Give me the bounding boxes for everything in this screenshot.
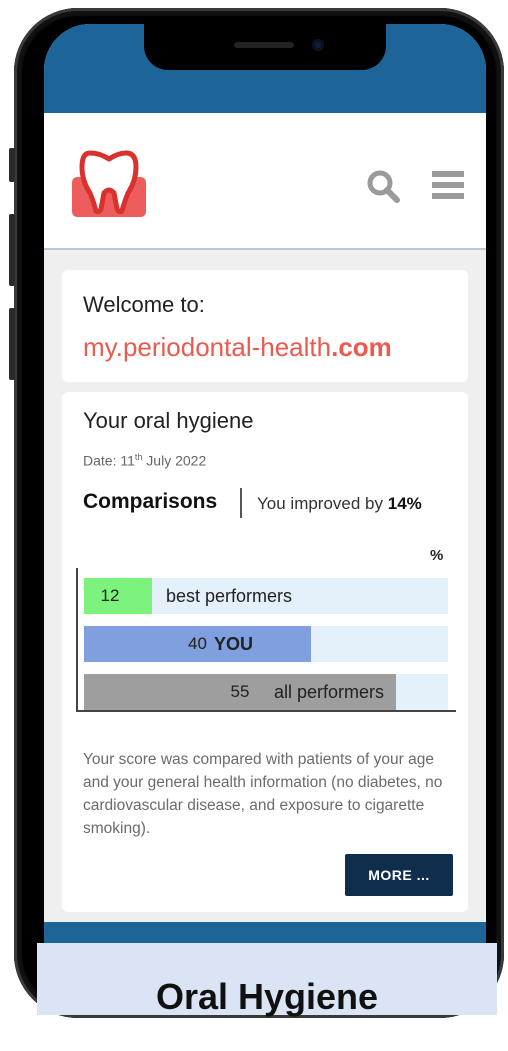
report-date: Date: 11th July 2022 bbox=[83, 452, 206, 469]
welcome-heading: Welcome to: bbox=[83, 292, 205, 317]
improvement-label: You improved by bbox=[257, 494, 388, 513]
heading-divider bbox=[240, 488, 242, 518]
category-label: best performers bbox=[166, 586, 293, 606]
bar-row: 40 YOU bbox=[84, 626, 448, 662]
oral-hygiene-card: Your oral hygiene Date: 11th July 2022 C… bbox=[62, 392, 468, 912]
comparisons-heading: Comparisons bbox=[83, 490, 218, 513]
phone-mute-switch bbox=[9, 148, 15, 182]
comparison-chart: 12 best performers 40 YOU 55 all performers bbox=[76, 568, 456, 712]
category-label: all performers bbox=[274, 682, 385, 702]
bar-row: 55 all performers bbox=[84, 674, 448, 710]
status-bar bbox=[44, 24, 486, 113]
score-description: Your score was compared with patients of… bbox=[83, 751, 443, 837]
front-camera bbox=[312, 39, 324, 51]
site-name[interactable]: my.periodontal-health.com bbox=[83, 332, 392, 363]
site-domain: my.periodontal-health bbox=[83, 332, 332, 362]
category-label: YOU bbox=[214, 634, 254, 654]
caption-banner: Oral Hygiene bbox=[37, 943, 497, 1017]
app-header bbox=[44, 113, 486, 250]
phone-screen: Welcome to: my.periodontal-health.com Yo… bbox=[44, 24, 486, 1004]
site-tld: .com bbox=[331, 332, 392, 362]
search-icon[interactable] bbox=[366, 169, 400, 203]
welcome-card: Welcome to: my.periodontal-health.com bbox=[62, 270, 468, 382]
card-title: Your oral hygiene bbox=[83, 408, 254, 433]
tooth-icon[interactable] bbox=[68, 147, 150, 219]
speaker-grill bbox=[234, 42, 294, 48]
notch bbox=[144, 24, 386, 70]
date-prefix: Date: 11 bbox=[83, 452, 135, 469]
menu-icon[interactable] bbox=[432, 171, 464, 199]
bar-value-label: 40 bbox=[188, 634, 207, 653]
phone-volume-down bbox=[9, 308, 15, 380]
date-rest: July 2022 bbox=[142, 452, 207, 469]
more-button[interactable]: MORE ... bbox=[345, 854, 453, 896]
improvement-value: 14% bbox=[387, 494, 422, 513]
bar-value-label: 12 bbox=[100, 586, 120, 605]
unit-label: % bbox=[430, 547, 444, 564]
phone-volume-up bbox=[9, 214, 15, 286]
bar-row: 12 best performers bbox=[84, 578, 448, 614]
improvement-text: You improved by 14% bbox=[257, 494, 422, 514]
